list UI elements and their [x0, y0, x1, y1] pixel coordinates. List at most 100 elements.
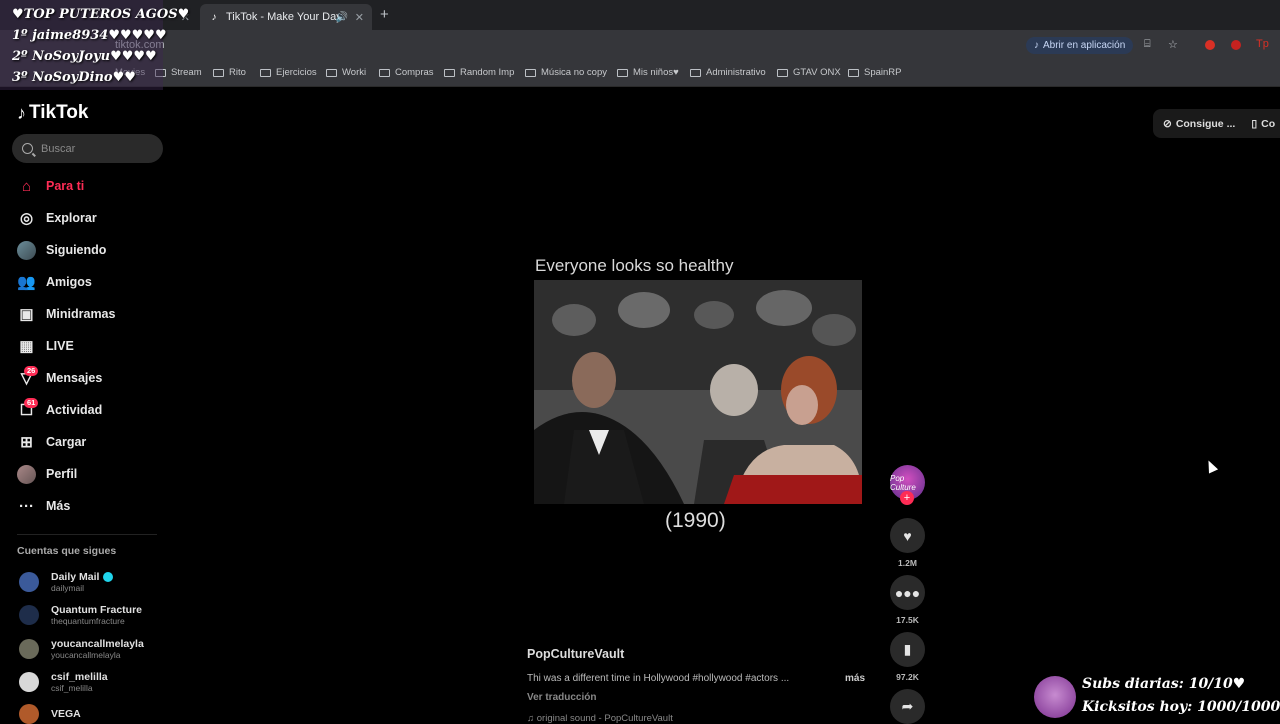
home-icon: ⌂	[21, 177, 32, 195]
like-count: 1.2M	[898, 558, 917, 568]
tiktok-small-icon: ♪	[1034, 40, 1039, 51]
search-placeholder: Buscar	[41, 142, 76, 155]
followed-account-vega[interactable]: VEGA	[19, 704, 81, 724]
kicks-counter: Kicksitos hoy: 1000/1000♥	[1082, 699, 1280, 715]
overlay-line: 2º NoSoyJoyu♥♥♥♥	[12, 49, 157, 64]
new-tab-plus-icon[interactable]: +	[380, 6, 389, 23]
logo-text: TikTok	[29, 102, 89, 123]
followed-account-csif-melilla[interactable]: csif_melilla csif_melilla	[19, 671, 108, 693]
open-app-label: Abrir en aplicación	[1043, 40, 1126, 51]
activity-badge: 61	[24, 398, 39, 408]
like-button[interactable]: ♥	[890, 518, 925, 553]
stream-stats-overlay: Subs diarias: 10/10♥ Kicksitos hoy: 1000…	[1034, 674, 1280, 720]
bookmark-star-icon[interactable]: ☆	[1168, 38, 1178, 51]
comment-icon: ●●●	[894, 584, 921, 601]
video-frame-image	[534, 280, 862, 504]
extension-icon[interactable]: Tp	[1256, 38, 1269, 50]
live-icon: ▦	[19, 338, 34, 355]
extension-icon[interactable]	[1205, 40, 1215, 50]
device-icon: ▯	[1251, 117, 1258, 130]
sidebar-item-siguiendo[interactable]: Siguiendo	[0, 234, 163, 266]
bookmarks-bar: Movies Stream Rito Ejercicios Worki Comp…	[0, 60, 1280, 87]
overlay-line: 1º jaime8934♥♥♥♥♥	[12, 28, 167, 43]
streamer-avatar	[1034, 676, 1076, 718]
minidramas-icon: ▣	[19, 306, 34, 323]
tiktok-favicon-icon: ♪	[211, 11, 217, 23]
sidebar-item-live[interactable]: ▦ LIVE	[0, 330, 163, 362]
overlay-line: 3º NoSoyDino♥♥	[12, 70, 136, 85]
bookmark-folder[interactable]: Random Imp	[444, 67, 514, 78]
video-caption-bottom: (1990)	[665, 509, 726, 532]
followed-account-youcancallmelayla[interactable]: youcancallmelayla youcancallmelayla	[19, 638, 144, 660]
folder-icon	[777, 68, 788, 77]
bookmark-folder[interactable]: Administrativo	[690, 67, 766, 78]
follow-plus-button[interactable]: +	[900, 491, 914, 505]
browser-tab-strip: ✕ ♪ TikTok - Make Your Day 🔊 ✕ +	[0, 0, 1280, 30]
bookmark-folder[interactable]: Mis niños♥	[617, 67, 679, 78]
video-author[interactable]: PopCultureVault	[527, 647, 624, 661]
open-in-app-button[interactable]: ♪ Abrir en aplicación	[1026, 37, 1134, 54]
speaker-icon[interactable]: 🔊	[336, 12, 348, 23]
verified-badge-icon	[103, 572, 114, 582]
tab-label: TikTok - Make Your Day	[226, 11, 342, 23]
sidebar-item-amigos[interactable]: 👥 Amigos	[0, 266, 163, 298]
bookmark-folder[interactable]: Worki	[326, 67, 366, 78]
video-caption-top: Everyone looks so healthy	[535, 256, 734, 275]
account-avatar	[19, 605, 39, 625]
compass-icon: ◎	[19, 210, 34, 227]
more-button[interactable]: más	[845, 673, 865, 684]
translate-icon[interactable]: ⌸	[1144, 38, 1151, 51]
extension-icon[interactable]	[1231, 40, 1241, 50]
get-app-button[interactable]: ⊘ Consigue ... ▯ Co	[1153, 109, 1280, 138]
bookmark-folder[interactable]: SpainRP	[848, 67, 902, 78]
folder-icon	[690, 68, 701, 77]
folder-icon	[213, 68, 224, 77]
followed-account-quantumfracture[interactable]: Quantum Fracture thequantumfracture	[19, 604, 142, 626]
sidebar-item-perfil[interactable]: Perfil	[0, 458, 163, 490]
sidebar-nav: ⌂ Para ti ◎ Explorar Siguiendo 👥 Amigos …	[0, 170, 163, 522]
sidebar-item-minidramas[interactable]: ▣ Minidramas	[0, 298, 163, 330]
bookmark-icon: ▮	[903, 641, 912, 657]
browser-tab-tiktok[interactable]: ♪ TikTok - Make Your Day 🔊 ✕	[200, 4, 372, 30]
bookmark-folder[interactable]: Ejercicios	[260, 67, 317, 78]
account-avatar	[19, 639, 39, 659]
bookmark-folder[interactable]: Compras	[379, 67, 434, 78]
bookmark-folder[interactable]: Música no copy	[525, 67, 607, 78]
music-note-icon: ♫	[527, 713, 537, 724]
sidebar-item-para-ti[interactable]: ⌂ Para ti	[0, 170, 163, 202]
stream-top-donors-overlay: ♥TOP PUTEROS AGOS♥ 1º jaime8934♥♥♥♥♥ 2º …	[0, 0, 189, 90]
sidebar-item-actividad[interactable]: ☐ 61 Actividad	[0, 394, 163, 426]
video-sound[interactable]: ♫ original sound - PopCultureVault	[527, 713, 673, 724]
close-tab-icon[interactable]: ✕	[355, 11, 364, 24]
folder-icon	[260, 68, 271, 77]
bookmark-folder[interactable]: Rito	[213, 67, 246, 78]
account-avatar	[19, 704, 39, 724]
sidebar-divider	[17, 534, 157, 535]
search-icon	[22, 143, 33, 154]
save-button[interactable]: ▮	[890, 632, 925, 667]
coin-icon: ⊘	[1163, 117, 1172, 130]
upload-icon: ⊞	[20, 434, 33, 451]
folder-icon	[848, 68, 859, 77]
video-player[interactable]	[534, 280, 862, 504]
bookmark-folder[interactable]: GTAV ONX	[777, 67, 841, 78]
sidebar-item-cargar[interactable]: ⊞ Cargar	[0, 426, 163, 458]
profile-avatar-icon	[17, 464, 36, 484]
sidebar-item-explorar[interactable]: ◎ Explorar	[0, 202, 163, 234]
sidebar-item-mas[interactable]: ··· Más	[0, 490, 163, 522]
messages-badge: 26	[24, 366, 39, 376]
sidebar-item-mensajes[interactable]: ▽ 26 Mensajes	[0, 362, 163, 394]
folder-icon	[379, 68, 390, 77]
tiktok-logo[interactable]: ♪ TikTok	[17, 102, 88, 124]
comment-button[interactable]: ●●●	[890, 575, 925, 610]
heart-icon: ♥	[903, 527, 912, 544]
comment-count: 17.5K	[896, 615, 919, 625]
translate-link[interactable]: Ver traducción	[527, 692, 596, 703]
share-button[interactable]: ➦	[890, 689, 925, 724]
followed-account-dailymail[interactable]: Daily Mail dailymail	[19, 571, 114, 593]
search-input[interactable]: Buscar	[12, 134, 163, 163]
friends-icon: 👥	[17, 274, 36, 291]
following-accounts-title: Cuentas que sigues	[17, 545, 117, 557]
video-description: Thi was a different time in Hollywood #h…	[527, 673, 790, 684]
account-avatar	[19, 672, 39, 692]
